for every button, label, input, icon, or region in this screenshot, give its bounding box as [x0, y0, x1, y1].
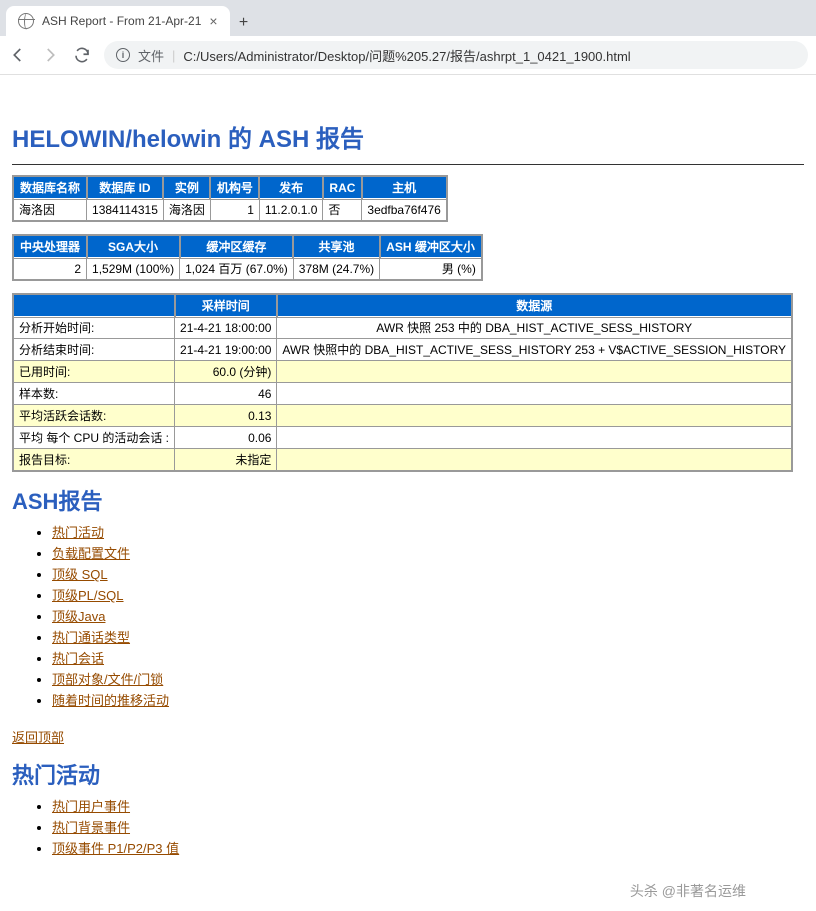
col-header: 主机 [362, 176, 447, 199]
forward-button[interactable] [40, 45, 60, 65]
col-header: 中央处理器 [13, 235, 87, 258]
url-prefix: 文件 [138, 46, 164, 65]
col-header: SGA大小 [87, 235, 180, 258]
cell: 1,024 百万 (67.0%) [180, 258, 294, 281]
cell: 11.2.0.1.0 [259, 199, 323, 222]
cell: 1 [210, 199, 259, 222]
row-source [277, 427, 792, 449]
row-label: 报告目标: [13, 449, 175, 472]
row-source [277, 405, 792, 427]
page-title: HELOWIN/helowin 的 ASH 报告 [12, 119, 804, 154]
report-link[interactable]: 随着时间的推移活动 [52, 693, 169, 708]
report-link[interactable]: 顶部对象/文件/门锁 [52, 672, 163, 687]
row-label: 平均 每个 CPU 的活动会话 : [13, 427, 175, 449]
col-header: 实例 [163, 176, 210, 199]
watermark: 头杀 @非著名运维 [630, 881, 746, 901]
row-source: AWR 快照中的 DBA_HIST_ACTIVE_SESS_HISTORY 25… [277, 339, 792, 361]
top-activity-links: 热门用户事件热门背景事件顶级事件 P1/P2/P3 值 [52, 796, 804, 857]
row-label: 平均活跃会话数: [13, 405, 175, 427]
section-ash-report: ASH报告 [12, 484, 804, 516]
report-body: HELOWIN/helowin 的 ASH 报告 数据库名称数据库 ID实例机构… [0, 105, 816, 911]
report-link[interactable]: 顶级PL/SQL [52, 588, 124, 603]
report-link[interactable]: 热门会话 [52, 651, 104, 666]
row-time: 0.13 [175, 405, 277, 427]
col-header: ASH 缓冲区大小 [380, 235, 482, 258]
row-source [277, 383, 792, 405]
report-link[interactable]: 热门活动 [52, 525, 104, 540]
col-header: 数据库名称 [13, 176, 87, 199]
url-path: C:/Users/Administrator/Desktop/问题%205.27… [183, 46, 630, 65]
new-tab-button[interactable]: + [230, 14, 258, 36]
db-info-table: 数据库名称数据库 ID实例机构号发布RAC主机 海洛因1384114315海洛因… [12, 175, 448, 222]
cell: 男 (%) [380, 258, 482, 281]
cell: 海洛因 [163, 199, 210, 222]
tab-bar: ASH Report - From 21-Apr-21 × + [0, 0, 816, 36]
col-header: 缓冲区缓存 [180, 235, 294, 258]
report-link[interactable]: 顶级 SQL [52, 567, 108, 582]
ash-report-links: 热门活动负载配置文件顶级 SQL 顶级PL/SQL 顶级Java 热门通话类型热门会话… [52, 522, 804, 709]
globe-icon [18, 13, 34, 29]
report-link[interactable]: 顶级Java [52, 609, 105, 624]
toolbar: i 文件 | C:/Users/Administrator/Desktop/问题… [0, 36, 816, 74]
cell: 海洛因 [13, 199, 87, 222]
row-source [277, 361, 792, 383]
row-label: 样本数: [13, 383, 175, 405]
url-separator: | [172, 48, 175, 63]
col-header: 数据源 [277, 294, 792, 317]
back-to-top-link[interactable]: 返回顶部 [12, 727, 64, 746]
analysis-table: 采样时间数据源 分析开始时间:21-4-21 18:00:00AWR 快照 25… [12, 293, 793, 472]
report-link[interactable]: 负载配置文件 [52, 546, 130, 561]
cell: 378M (24.7%) [293, 258, 379, 281]
report-link[interactable]: 热门背景事件 [52, 820, 130, 835]
address-bar[interactable]: i 文件 | C:/Users/Administrator/Desktop/问题… [104, 41, 808, 69]
row-time: 60.0 (分钟) [175, 361, 277, 383]
back-button[interactable] [8, 45, 28, 65]
row-source [277, 449, 792, 472]
row-time: 21-4-21 19:00:00 [175, 339, 277, 361]
col-header: 数据库 ID [87, 176, 164, 199]
col-header [13, 294, 175, 317]
row-label: 分析结束时间: [13, 339, 175, 361]
col-header: 采样时间 [175, 294, 277, 317]
blurred-region [0, 75, 816, 105]
col-header: RAC [323, 176, 362, 199]
browser-chrome: ASH Report - From 21-Apr-21 × + i 文件 | C… [0, 0, 816, 75]
report-link[interactable]: 热门通话类型 [52, 630, 130, 645]
cell: 1384114315 [87, 199, 164, 222]
rule [12, 164, 804, 165]
row-time: 未指定 [175, 449, 277, 472]
system-table: 中央处理器SGA大小缓冲区缓存共享池ASH 缓冲区大小 21,529M (100… [12, 234, 483, 281]
reload-button[interactable] [72, 45, 92, 65]
cell: 3edfba76f476 [362, 199, 447, 222]
cell: 1,529M (100%) [87, 258, 180, 281]
row-time: 21-4-21 18:00:00 [175, 317, 277, 339]
browser-tab[interactable]: ASH Report - From 21-Apr-21 × [6, 6, 230, 36]
row-label: 已用时间: [13, 361, 175, 383]
row-time: 0.06 [175, 427, 277, 449]
cell: 否 [323, 199, 362, 222]
info-icon[interactable]: i [116, 48, 130, 62]
col-header: 机构号 [210, 176, 259, 199]
report-link[interactable]: 顶级事件 P1/P2/P3 值 [52, 841, 179, 856]
section-top-activity: 热门活动 [12, 758, 804, 790]
col-header: 共享池 [293, 235, 379, 258]
row-time: 46 [175, 383, 277, 405]
row-label: 分析开始时间: [13, 317, 175, 339]
cell: 2 [13, 258, 87, 281]
col-header: 发布 [259, 176, 323, 199]
report-link[interactable]: 热门用户事件 [52, 799, 130, 814]
row-source: AWR 快照 253 中的 DBA_HIST_ACTIVE_SESS_HISTO… [277, 317, 792, 339]
tab-title: ASH Report - From 21-Apr-21 [42, 14, 201, 28]
close-icon[interactable]: × [209, 13, 217, 29]
